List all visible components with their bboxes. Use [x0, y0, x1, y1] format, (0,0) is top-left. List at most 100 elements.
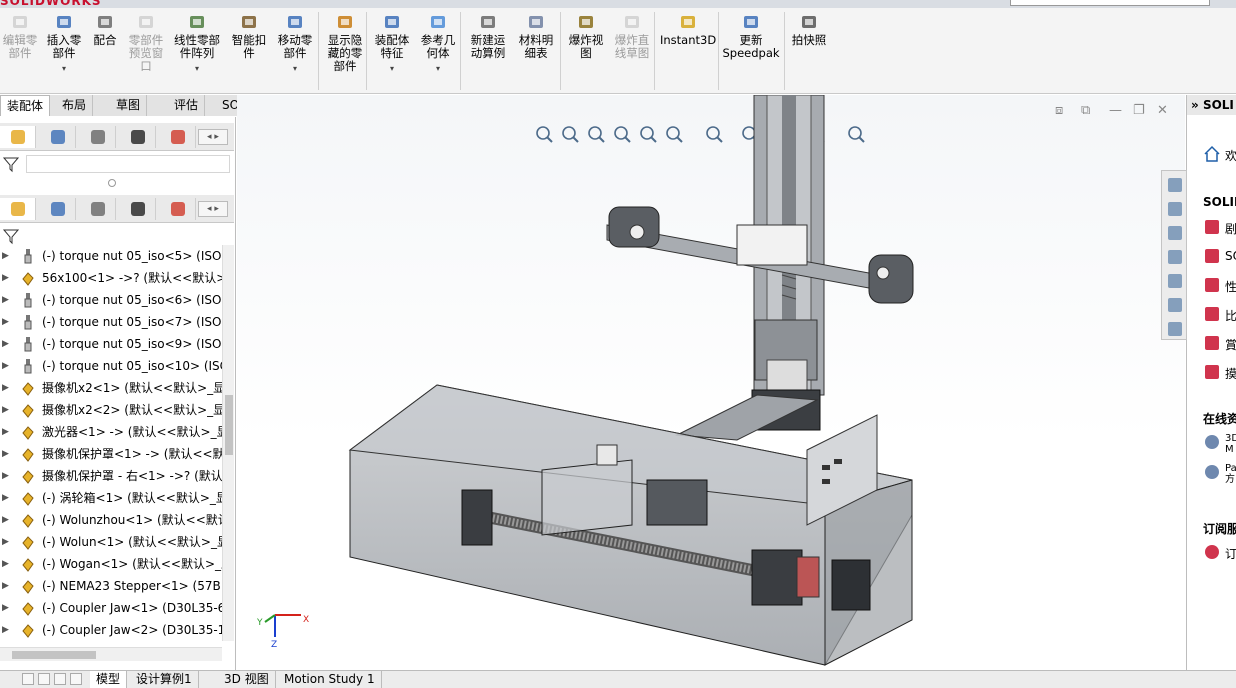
expand-icon[interactable]: ▶	[2, 509, 9, 531]
expand-icon[interactable]: ▶	[2, 355, 9, 377]
tree-item[interactable]: ▶ 56x100<1> ->? (默认<<默认>_	[0, 267, 222, 289]
scroll-thumb[interactable]	[12, 651, 96, 659]
tree-item[interactable]: ▶ (-) torque nut 05_iso<5> (ISO	[0, 245, 222, 267]
dropdown-caret-icon[interactable]: ▾	[272, 62, 318, 75]
tree-horizontal-scrollbar[interactable]	[0, 647, 222, 661]
task-pane-header[interactable]: » SOLI	[1187, 95, 1236, 115]
welcome-link[interactable]: 欢	[1225, 147, 1236, 164]
nav-next-icon[interactable]	[54, 673, 66, 685]
resource-link[interactable]: SO	[1225, 249, 1236, 263]
property-manager-icon[interactable]	[40, 198, 76, 220]
filter-icon[interactable]	[2, 227, 22, 245]
tree-item[interactable]: ▶ 摄像机x2<2> (默认<<默认>_显	[0, 399, 222, 421]
bottom-tab-3[interactable]: Motion Study 1	[278, 671, 382, 688]
ribbon-button-9[interactable]: 参考几 何体 ▾	[416, 12, 460, 75]
expand-icon[interactable]: ▶	[2, 245, 9, 267]
tree-item[interactable]: ▶ (-) Wogan<1> (默认<<默认>_显	[0, 553, 222, 575]
ribbon-button-4[interactable]: 线性零部 件阵列 ▾	[170, 12, 224, 75]
appearances-icon[interactable]	[1165, 271, 1185, 291]
expand-icon[interactable]: ▶	[2, 267, 9, 289]
tree-item[interactable]: ▶ (-) torque nut 05_iso<10> (ISC	[0, 355, 222, 377]
expand-icon[interactable]: ▶	[2, 443, 9, 465]
ribbon-button-15[interactable]: 更新 Speedpak	[722, 12, 780, 60]
scroll-thumb[interactable]	[225, 395, 233, 455]
nav-first-icon[interactable]	[22, 673, 34, 685]
property-manager-icon[interactable]	[40, 126, 76, 148]
expand-icon[interactable]: ▶	[2, 333, 9, 355]
tree-item[interactable]: ▶ (-) Wolunzhou<1> (默认<<默认	[0, 509, 222, 531]
ribbon-button-2[interactable]: 配合	[88, 12, 122, 47]
tree-item[interactable]: ▶ (-) Wolun<1> (默认<<默认>_显	[0, 531, 222, 553]
panel-scroll-arrows-icon[interactable]: ◂ ▸	[198, 201, 228, 217]
bottom-tab-1[interactable]: 设计算例1	[130, 671, 199, 688]
tab-1[interactable]: 布局	[56, 95, 94, 116]
tree-item[interactable]: ▶ 摄像机保护罩<1> -> (默认<<默	[0, 443, 222, 465]
design-library-icon[interactable]	[1165, 199, 1185, 219]
display-manager-icon[interactable]	[160, 198, 196, 220]
filter-input-top[interactable]	[26, 155, 230, 173]
dropdown-caret-icon[interactable]: ▾	[170, 62, 224, 75]
ribbon-button-1[interactable]: 插入零 部件 ▾	[44, 12, 84, 75]
tree-item[interactable]: ▶ (-) 涡轮箱<1> (默认<<默认>_显	[0, 487, 222, 509]
ribbon-button-13[interactable]: 爆炸直 线草图	[610, 12, 654, 60]
expand-icon[interactable]: ▶	[2, 289, 9, 311]
dropdown-caret-icon[interactable]: ▾	[44, 62, 84, 75]
configuration-manager-icon[interactable]	[80, 126, 116, 148]
dropdown-caret-icon[interactable]: ▾	[370, 62, 414, 75]
tree-item[interactable]: ▶ 激光器<1> -> (默认<<默认>_显	[0, 421, 222, 443]
dimxpert-icon[interactable]	[120, 126, 156, 148]
ribbon-button-0[interactable]: 编辑零 部件	[2, 12, 38, 60]
custom-properties-icon[interactable]	[1165, 295, 1185, 315]
expand-icon[interactable]: ▶	[2, 399, 9, 421]
expand-icon[interactable]: ▶	[2, 619, 9, 641]
ribbon-button-16[interactable]: 拍快照	[788, 12, 830, 47]
expand-icon[interactable]: ▶	[2, 311, 9, 333]
nav-prev-icon[interactable]	[38, 673, 50, 685]
ribbon-button-5[interactable]: 智能扣 件	[228, 12, 270, 60]
home-icon[interactable]	[1203, 145, 1221, 163]
configuration-manager-icon[interactable]	[80, 198, 116, 220]
tree-item[interactable]: ▶ (-) Coupler Jaw<2> (D30L35-1	[0, 619, 222, 641]
bottom-tab-0[interactable]: 模型	[90, 671, 128, 688]
subscription-link[interactable]: 订	[1225, 545, 1236, 562]
display-manager-icon[interactable]	[160, 126, 196, 148]
feature-manager-icon[interactable]	[0, 198, 36, 220]
expand-icon[interactable]: ▶	[2, 597, 9, 619]
home-icon[interactable]	[1165, 175, 1185, 195]
resource-link[interactable]: 摸	[1225, 365, 1236, 382]
search-box[interactable]	[1010, 0, 1210, 6]
assembly-model[interactable]: X Y Z	[237, 95, 1185, 670]
tab-3[interactable]: 评估	[168, 95, 206, 116]
expand-icon[interactable]: ▶	[2, 553, 9, 575]
tree-item[interactable]: ▶ 摄像机x2<1> (默认<<默认>_显	[0, 377, 222, 399]
ribbon-button-3[interactable]: 零部件 预览窗 口	[124, 12, 168, 73]
expand-icon[interactable]: ▶	[2, 465, 9, 487]
resource-link[interactable]: 剧	[1225, 220, 1236, 237]
tree-item[interactable]: ▶ (-) torque nut 05_iso<6> (ISO	[0, 289, 222, 311]
view-palette-icon[interactable]	[1165, 247, 1185, 267]
tree-item[interactable]: ▶ (-) torque nut 05_iso<9> (ISO	[0, 333, 222, 355]
tree-vertical-scrollbar[interactable]	[222, 245, 234, 641]
tree-item[interactable]: ▶ 摄像机保护罩 - 右<1> ->? (默认	[0, 465, 222, 487]
expand-icon[interactable]: ▶	[2, 531, 9, 553]
nav-last-icon[interactable]	[70, 673, 82, 685]
tree-item[interactable]: ▶ (-) NEMA23 Stepper<1> (57B	[0, 575, 222, 597]
resource-link[interactable]: 賞	[1225, 336, 1236, 353]
expand-icon[interactable]: ▶	[2, 377, 9, 399]
ribbon-button-12[interactable]: 爆炸视 图	[564, 12, 608, 60]
forum-icon[interactable]	[1165, 319, 1185, 339]
file-explorer-icon[interactable]	[1165, 223, 1185, 243]
ribbon-button-7[interactable]: 显示隐 藏的零 部件	[322, 12, 368, 73]
ribbon-button-6[interactable]: 移动零 部件 ▾	[272, 12, 318, 75]
tab-0[interactable]: 装配体	[0, 95, 51, 116]
online-resource-link[interactable]: Pa 方	[1225, 463, 1236, 485]
tab-2[interactable]: 草图	[110, 95, 148, 116]
tree-item[interactable]: ▶ (-) torque nut 05_iso<7> (ISO	[0, 311, 222, 333]
expand-icon[interactable]: ▶	[2, 575, 9, 597]
expand-icon[interactable]: ▶	[2, 421, 9, 443]
expand-icon[interactable]: ▶	[2, 487, 9, 509]
graphics-area[interactable]: ⧈ ⧉ — ❐ ✕ X Y Z	[237, 95, 1185, 670]
dimxpert-icon[interactable]	[120, 198, 156, 220]
resource-link[interactable]: 比	[1225, 307, 1236, 324]
ribbon-button-8[interactable]: 装配体 特征 ▾	[370, 12, 414, 75]
